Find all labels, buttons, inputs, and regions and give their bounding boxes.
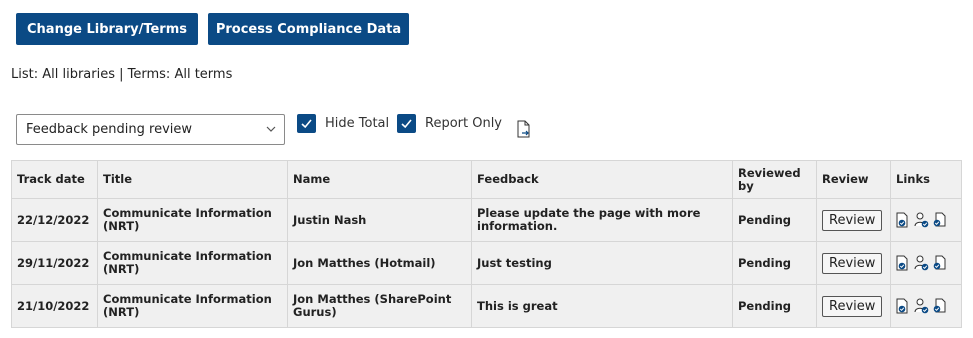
feedback-cell: This is great: [471, 284, 733, 328]
table-row: 22/12/2022 Communicate Information (NRT)…: [11, 198, 962, 242]
report-only-option[interactable]: Report Only: [397, 114, 502, 133]
col-track-date[interactable]: Track date: [11, 160, 98, 199]
checkmark-icon: [401, 119, 412, 129]
users-document-icon[interactable]: [932, 212, 947, 228]
title-cell: Communicate Information (NRT): [97, 198, 288, 242]
hide-total-option[interactable]: Hide Total: [297, 114, 389, 133]
chevron-down-icon: [266, 126, 276, 132]
report-only-checkbox[interactable]: [397, 114, 416, 133]
users-document-icon[interactable]: [932, 298, 947, 314]
report-only-label: Report Only: [425, 116, 503, 131]
links-cell: [890, 284, 962, 328]
reviewed-by-cell: Pending: [732, 241, 817, 285]
track-date-cell: 21/10/2022: [11, 284, 98, 328]
links-cell: [890, 198, 962, 242]
title-cell: Communicate Information (NRT): [97, 241, 288, 285]
reviewed-by-cell: Pending: [732, 198, 817, 242]
name-cell: Justin Nash: [287, 198, 472, 242]
compliance-table: Track date Title Name Feedback Reviewed …: [11, 160, 962, 328]
hide-total-checkbox[interactable]: [297, 114, 316, 133]
review-cell: Review: [816, 241, 891, 285]
review-button[interactable]: Review: [822, 295, 883, 317]
col-title[interactable]: Title: [97, 160, 288, 199]
table-header-row: Track date Title Name Feedback Reviewed …: [11, 160, 962, 199]
review-cell: Review: [816, 284, 891, 328]
review-button[interactable]: Review: [822, 209, 883, 231]
process-compliance-data-button[interactable]: Process Compliance Data: [208, 13, 409, 45]
col-name[interactable]: Name: [287, 160, 472, 199]
name-cell: Jon Matthes (SharePoint Gurus): [287, 284, 472, 328]
user-approve-icon[interactable]: [914, 298, 929, 314]
track-date-cell: 29/11/2022: [11, 241, 98, 285]
links-cell: [890, 241, 962, 285]
feedback-cell: Just testing: [471, 241, 733, 285]
hide-total-label: Hide Total: [325, 116, 390, 131]
col-review: Review: [816, 160, 891, 199]
col-feedback[interactable]: Feedback: [471, 160, 733, 199]
table-row: 21/10/2022 Communicate Information (NRT)…: [11, 284, 962, 328]
col-reviewed-by[interactable]: Reviewed by: [732, 160, 817, 199]
change-library-terms-button[interactable]: Change Library/Terms: [16, 13, 198, 45]
table-row: 29/11/2022 Communicate Information (NRT)…: [11, 241, 962, 285]
track-date-cell: 22/12/2022: [11, 198, 98, 242]
user-document-icon[interactable]: [896, 212, 911, 228]
name-cell: Jon Matthes (Hotmail): [287, 241, 472, 285]
export-document-icon[interactable]: [516, 120, 532, 138]
reviewed-by-cell: Pending: [732, 284, 817, 328]
users-document-icon[interactable]: [932, 255, 947, 271]
feedback-cell: Please update the page with more informa…: [471, 198, 733, 242]
col-links: Links: [890, 160, 962, 199]
title-cell: Communicate Information (NRT): [97, 284, 288, 328]
status-filter-value: Feedback pending review: [26, 122, 193, 137]
user-document-icon[interactable]: [896, 298, 911, 314]
user-approve-icon[interactable]: [914, 212, 929, 228]
review-cell: Review: [816, 198, 891, 242]
status-filter-dropdown[interactable]: Feedback pending review: [16, 114, 285, 145]
filter-summary: List: All libraries | Terms: All terms: [11, 67, 233, 82]
user-document-icon[interactable]: [896, 255, 911, 271]
checkmark-icon: [301, 119, 312, 129]
user-approve-icon[interactable]: [914, 255, 929, 271]
review-button[interactable]: Review: [822, 252, 883, 274]
